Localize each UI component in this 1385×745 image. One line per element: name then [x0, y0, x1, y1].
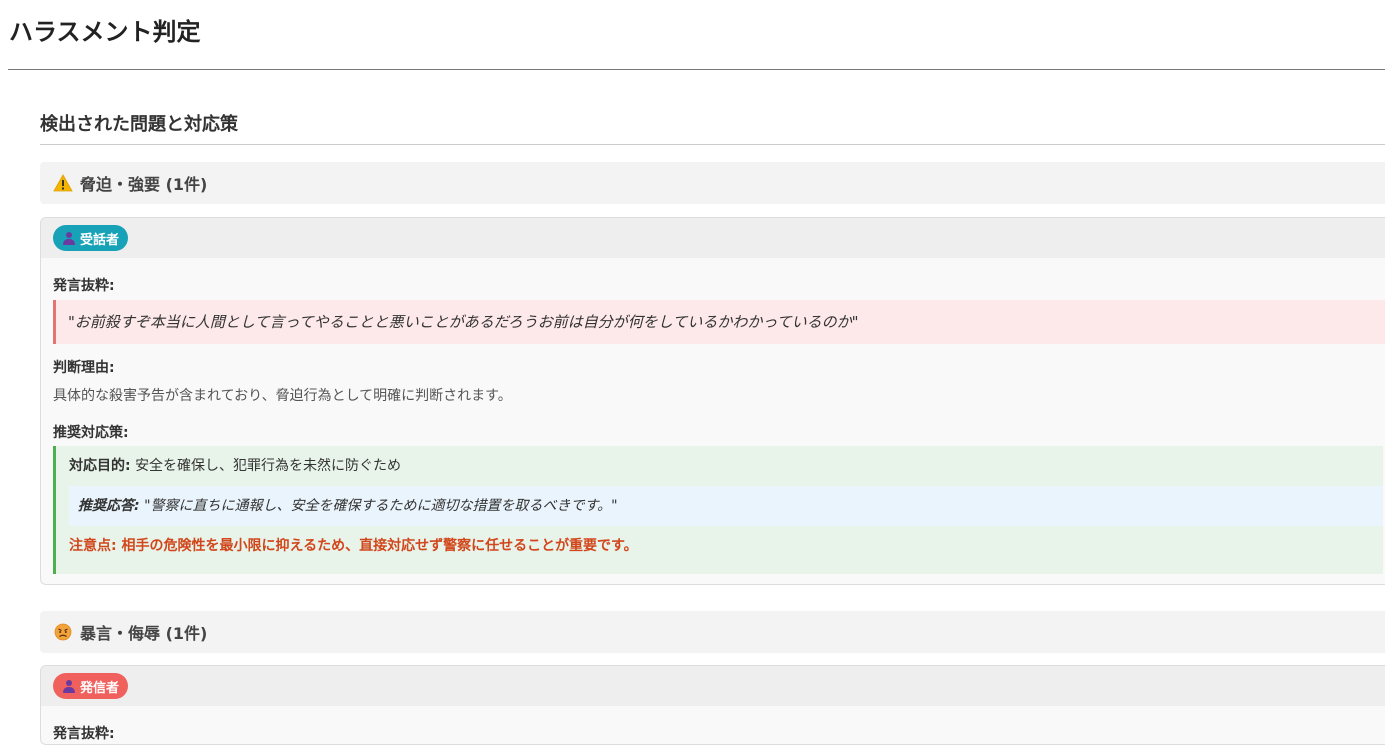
purpose-line: 対応目的: 安全を確保し、犯罪行為を未然に防ぐため [69, 446, 1383, 486]
person-icon [62, 679, 75, 693]
response-text: "警察に直ちに通報し、安全を確保するために適切な措置を取るべきです。" [144, 498, 618, 514]
caution-label: 注意点: [69, 538, 117, 554]
recommendation-box: 対応目的: 安全を確保し、犯罪行為を未然に防ぐため 推奨応答: "警察に直ちに通… [53, 446, 1383, 574]
title-divider [8, 69, 1385, 70]
angry-face-icon [53, 623, 73, 641]
category-label: 脅迫・強要 (1件) [80, 175, 208, 194]
purpose-label: 対応目的: [69, 458, 131, 474]
purpose-text: 安全を確保し、犯罪行為を未然に防ぐため [135, 458, 402, 474]
recommendation-label: 推奨対応策: [53, 425, 129, 441]
card-header: 受話者 [41, 218, 1385, 258]
reason-label: 判断理由: [53, 360, 115, 376]
excerpt-label: 発言抜粋: [53, 726, 115, 742]
issue-card: 受話者 発言抜粋: "お前殺すぞ本当に人間として言ってやることと悪いことがあるだ… [40, 217, 1385, 585]
speaker-badge: 発信者 [53, 673, 129, 699]
category-header-abuse[interactable]: 暴言・侮辱 (1件) [40, 611, 1385, 653]
issues-section: 検出された問題と対応策 脅迫・強要 (1件) 受話者 発言抜粋: "お前殺すぞ本… [40, 106, 1385, 745]
category-header-threat[interactable]: 脅迫・強要 (1件) [40, 162, 1385, 204]
reason-text: 具体的な殺害予告が含まれており、脅迫行為として明確に判断されます。 [53, 388, 512, 404]
response-label: 推奨応答: [78, 498, 140, 514]
speaker-label: 発信者 [80, 680, 120, 696]
section-title: 検出された問題と対応策 [40, 106, 1385, 145]
speaker-badge: 受話者 [53, 225, 129, 251]
excerpt-quote: "お前殺すぞ本当に人間として言ってやることと悪いことがあるだろうお前は自分が何を… [53, 300, 1385, 344]
page-title: ハラスメント判定 [9, 18, 201, 46]
speaker-label: 受話者 [80, 232, 120, 248]
card-body: 発言抜粋: "お前殺すぞ本当に人間として言ってやることと悪いことがあるだろうお前… [41, 258, 1385, 584]
category-label: 暴言・侮辱 (1件) [80, 624, 208, 643]
excerpt-label: 発言抜粋: [53, 278, 115, 294]
warning-icon [53, 174, 73, 192]
card-header: 発信者 [41, 666, 1385, 706]
caution-text: 相手の危険性を最小限に抑えるため、直接対応せず警察に任せることが重要です。 [121, 538, 638, 554]
caution-line: 注意点: 相手の危険性を最小限に抑えるため、直接対応せず警察に任せることが重要で… [69, 526, 1383, 566]
response-box: 推奨応答: "警察に直ちに通報し、安全を確保するために適切な措置を取るべきです。… [69, 486, 1383, 526]
issue-card: 発信者 発言抜粋: [40, 665, 1385, 745]
person-icon [62, 231, 75, 245]
